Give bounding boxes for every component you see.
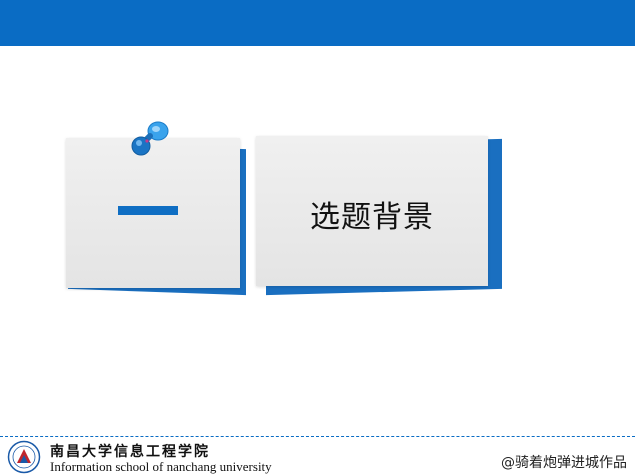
footer-divider <box>0 436 635 437</box>
school-name-en: Information school of nanchang universit… <box>50 459 272 474</box>
pushpin-icon <box>131 121 169 156</box>
section-number-dash <box>118 206 178 215</box>
author-credit: @骑着炮弹进城作品 <box>501 455 627 471</box>
card-surface: 选题背景 <box>256 136 488 286</box>
section-title: 选题背景 <box>310 200 434 235</box>
university-seal-icon <box>7 440 41 474</box>
header-bar <box>0 0 635 46</box>
school-name-cn: 南昌大学信息工程学院 <box>50 444 210 460</box>
